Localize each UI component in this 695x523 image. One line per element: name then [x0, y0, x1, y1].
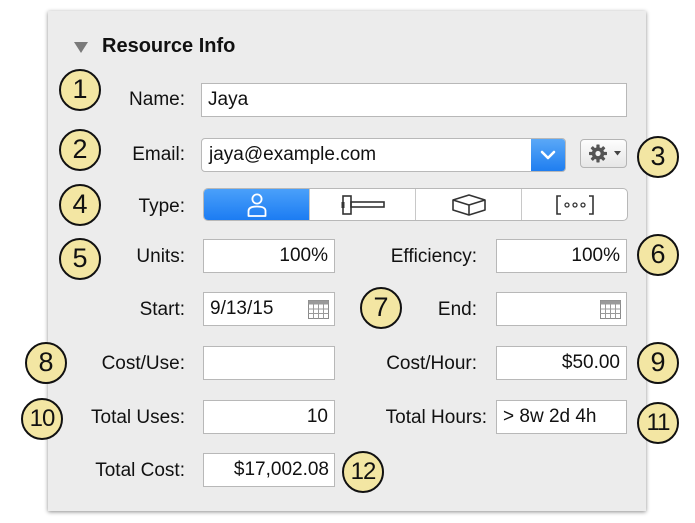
chevron-down-icon	[540, 150, 556, 160]
callout-2: 2	[59, 129, 101, 171]
start-date-field[interactable]: 9/13/15	[203, 292, 335, 326]
callout-7: 7	[360, 287, 402, 329]
total-cost-field[interactable]: $17,002.08	[203, 453, 335, 487]
type-segment-group[interactable]	[521, 189, 627, 220]
disclosure-triangle-icon[interactable]	[74, 41, 88, 53]
callout-4: 4	[59, 184, 101, 226]
end-date-field[interactable]	[496, 292, 627, 326]
end-label: End:	[437, 299, 477, 320]
section-header[interactable]: Resource Info	[74, 33, 235, 59]
type-segment-material[interactable]	[415, 189, 521, 220]
type-segmented-control[interactable]	[203, 188, 628, 221]
material-box-icon	[451, 193, 486, 216]
email-actions-button[interactable]	[580, 139, 627, 168]
cost-hour-field[interactable]: $50.00	[496, 346, 627, 380]
callout-3: 3	[637, 136, 679, 178]
email-label: Email:	[132, 144, 185, 165]
total-cost-label: Total Cost:	[95, 460, 185, 481]
callout-1: 1	[59, 69, 101, 111]
cost-use-label: Cost/Use:	[101, 353, 185, 374]
callout-10: 10	[21, 398, 63, 440]
email-dropdown-button[interactable]	[531, 139, 565, 171]
email-combo-box[interactable]: jaya@example.com	[201, 138, 566, 172]
section-title: Resource Info	[102, 34, 236, 57]
total-hours-label: Total Hours:	[385, 407, 487, 428]
cost-use-field[interactable]	[203, 346, 335, 380]
total-hours-field[interactable]: > 8w 2d 4h	[496, 400, 627, 434]
person-icon	[247, 193, 266, 217]
total-uses-label: Total Uses:	[91, 407, 185, 428]
calendar-icon[interactable]	[308, 300, 329, 319]
email-value: jaya@example.com	[209, 144, 377, 165]
name-field[interactable]: Jaya	[201, 83, 627, 117]
type-label: Type:	[138, 196, 185, 217]
efficiency-field[interactable]: 100%	[496, 239, 627, 273]
efficiency-label: Efficiency:	[390, 246, 477, 267]
total-uses-field[interactable]: 10	[203, 400, 335, 434]
calendar-icon[interactable]	[600, 300, 621, 319]
callout-11: 11	[637, 402, 679, 444]
type-segment-person[interactable]	[204, 189, 309, 220]
callout-9: 9	[637, 342, 679, 384]
name-label: Name:	[129, 89, 185, 110]
callout-12: 12	[342, 451, 384, 493]
start-date-value: 9/13/15	[210, 298, 274, 319]
callout-6: 6	[637, 234, 679, 276]
equipment-icon	[341, 194, 385, 215]
units-label: Units:	[136, 246, 185, 267]
units-field[interactable]: 100%	[203, 239, 335, 273]
callout-5: 5	[59, 238, 101, 280]
cost-hour-label: Cost/Hour:	[386, 353, 477, 374]
group-bracket-icon	[555, 194, 594, 215]
start-label: Start:	[139, 299, 185, 320]
callout-8: 8	[25, 342, 67, 384]
dropdown-arrow-icon	[614, 151, 621, 156]
type-segment-equipment[interactable]	[309, 189, 415, 220]
gear-icon	[589, 144, 621, 163]
